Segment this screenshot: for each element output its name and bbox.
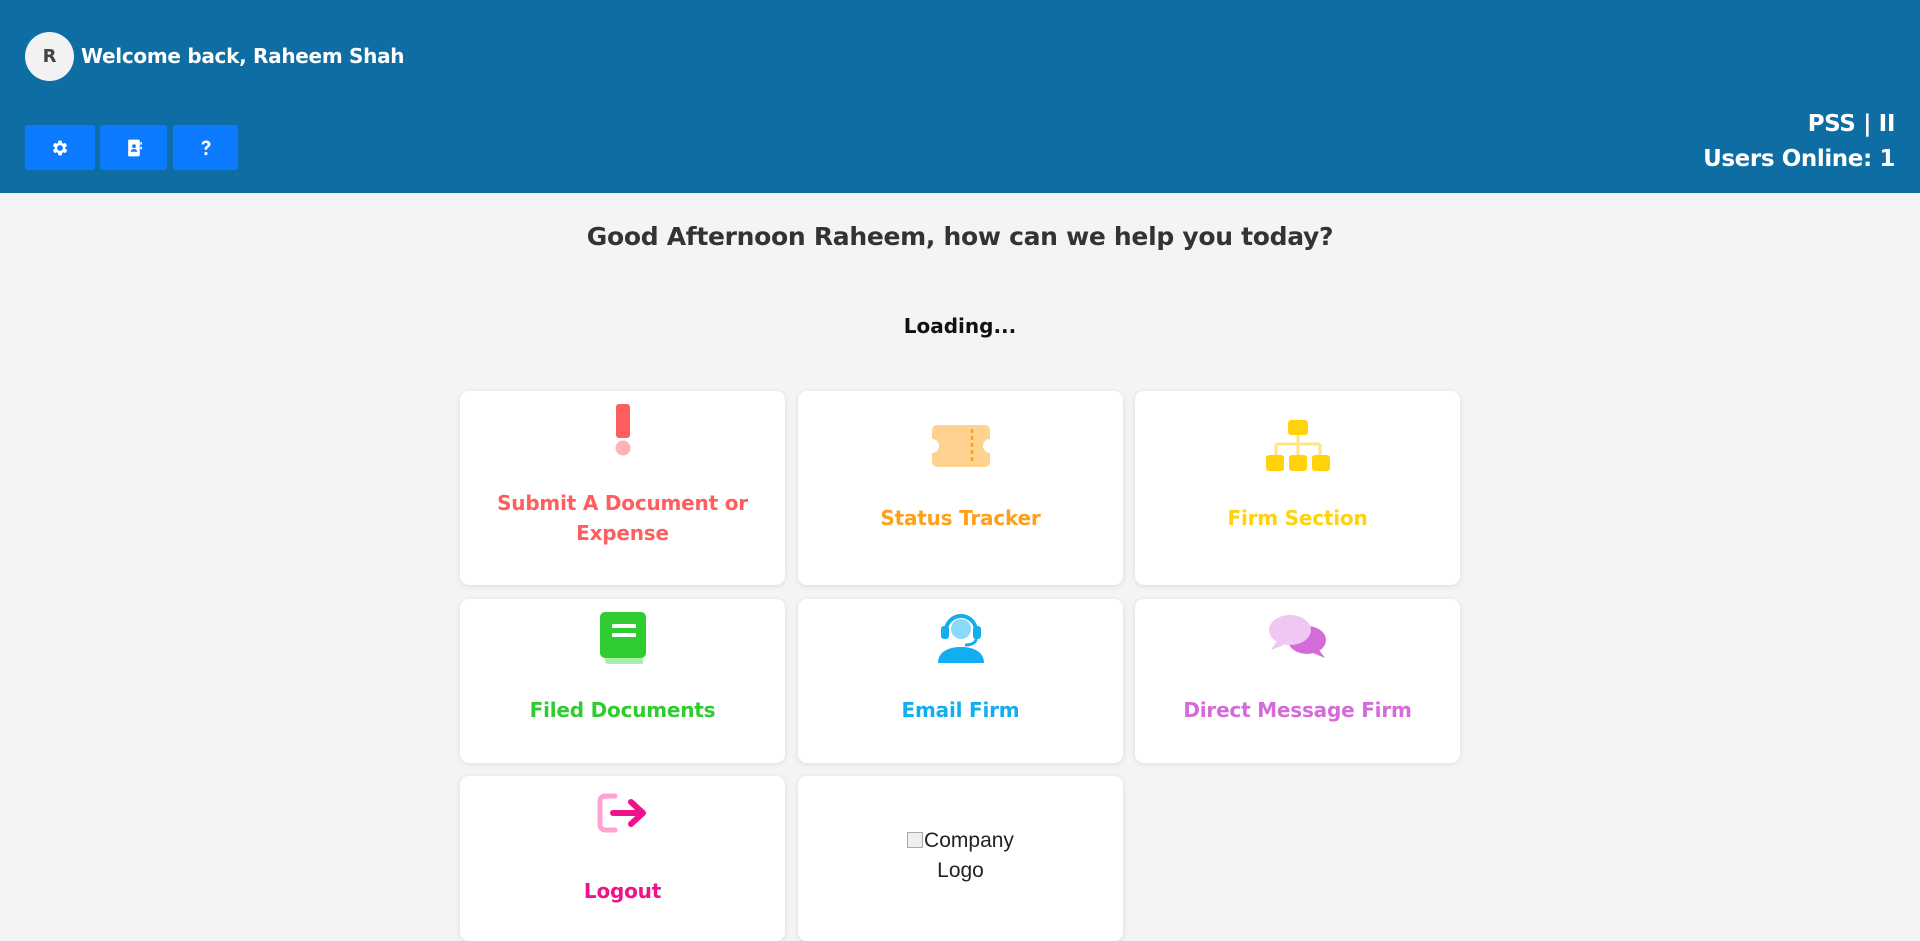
headset-icon bbox=[937, 614, 984, 663]
logout-label: Logout bbox=[583, 879, 662, 903]
avatar[interactable]: R bbox=[25, 32, 74, 81]
email-firm-label: Email Firm bbox=[901, 698, 1020, 722]
book-icon bbox=[599, 612, 646, 664]
broken-image-icon bbox=[907, 832, 924, 848]
email-firm-card[interactable]: Email Firm bbox=[798, 599, 1123, 763]
org-chart-icon bbox=[1265, 420, 1330, 471]
question-icon bbox=[201, 140, 210, 155]
ticket-icon bbox=[931, 425, 990, 467]
contacts-button[interactable] bbox=[100, 125, 167, 170]
status-tracker-card[interactable]: Status Tracker bbox=[798, 391, 1123, 585]
direct-message-label: Direct Message Firm bbox=[1183, 698, 1412, 722]
logout-icon bbox=[597, 793, 646, 833]
top-header: R Welcome back, Raheem Shah PSS | II Use… bbox=[0, 0, 1920, 193]
filed-documents-label: Filed Documents bbox=[529, 698, 716, 722]
users-online-count: Users Online: 1 bbox=[1703, 146, 1895, 172]
system-name: PSS | II bbox=[1807, 111, 1896, 137]
exclamation-icon bbox=[615, 404, 630, 456]
submit-document-card[interactable]: Submit A Document or Expense bbox=[460, 391, 785, 585]
chat-bubbles-icon bbox=[1268, 615, 1326, 658]
company-logo-image: Company Logo bbox=[798, 826, 1123, 886]
loading-indicator: Loading... bbox=[903, 314, 1017, 338]
direct-message-card[interactable]: Direct Message Firm bbox=[1135, 599, 1460, 763]
submit-document-label: Submit A Document or Expense bbox=[497, 491, 748, 545]
address-book-icon bbox=[127, 139, 142, 156]
gear-icon bbox=[52, 140, 68, 155]
company-logo-card: Company Logo bbox=[798, 776, 1123, 941]
welcome-message: Welcome back, Raheem Shah bbox=[81, 44, 405, 68]
status-tracker-label: Status Tracker bbox=[880, 506, 1041, 530]
firm-section-card[interactable]: Firm Section bbox=[1135, 391, 1460, 585]
help-button[interactable] bbox=[173, 125, 238, 170]
logout-card[interactable]: Logout bbox=[460, 776, 785, 941]
firm-section-label: Firm Section bbox=[1227, 506, 1368, 530]
greeting-heading: Good Afternoon Raheem, how can we help y… bbox=[586, 222, 1334, 251]
system-status: PSS | II Users Online: 1 bbox=[1703, 107, 1895, 177]
settings-button[interactable] bbox=[25, 125, 95, 170]
filed-documents-card[interactable]: Filed Documents bbox=[460, 599, 785, 763]
